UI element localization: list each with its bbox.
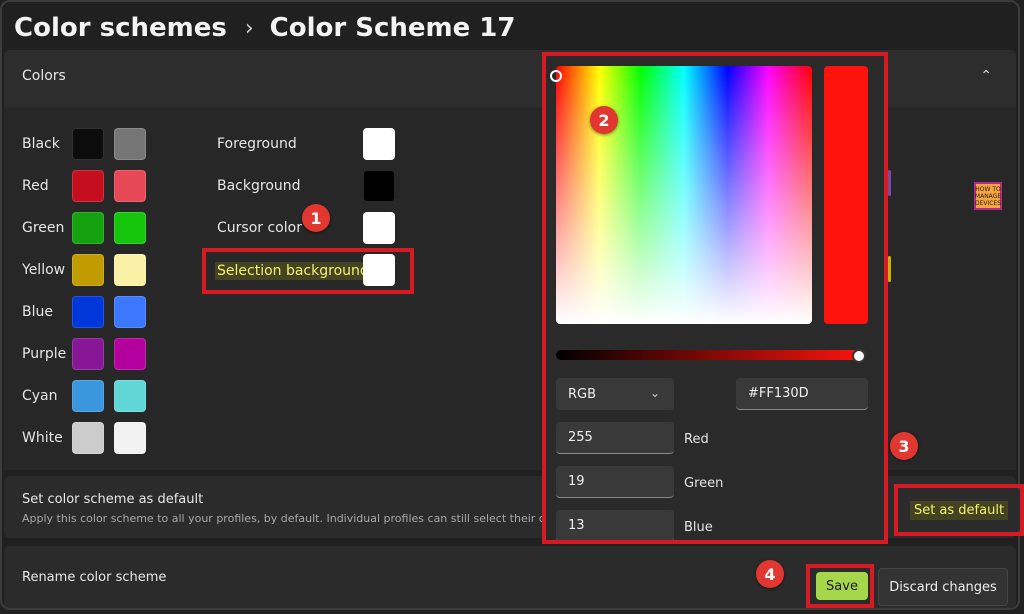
set-as-default-button[interactable]: Set as default — [898, 488, 1020, 532]
palette-label-blue: Blue — [22, 304, 53, 320]
swatch-yellow-dark[interactable] — [72, 254, 104, 286]
color-mode-value: RGB — [568, 386, 597, 402]
swatch-cyan-dark[interactable] — [72, 380, 104, 412]
chevron-up-icon[interactable]: ⌃ — [980, 68, 992, 84]
watermark-logo: HOW TO MANAGE DEVICES — [974, 182, 1002, 210]
swatch-black-bright[interactable] — [114, 128, 146, 160]
annotation-marker-2: 2 — [590, 106, 618, 134]
default-description: Apply this color scheme to all your prof… — [22, 512, 545, 525]
swatch-foreground[interactable] — [363, 128, 395, 160]
swatch-selection-background[interactable] — [363, 254, 395, 286]
swatch-purple-dark[interactable] — [72, 338, 104, 370]
colors-title: Colors — [22, 68, 66, 84]
palette-label-black: Black — [22, 136, 60, 152]
set-as-default-label: Set as default — [909, 500, 1009, 520]
spectrum-selector-handle[interactable] — [550, 70, 562, 82]
swatch-blue-dark[interactable] — [72, 296, 104, 328]
swatch-black-dark[interactable] — [72, 128, 104, 160]
color-preview — [824, 66, 868, 324]
breadcrumb: Color schemes › Color Scheme 17 — [14, 8, 515, 48]
breadcrumb-current: Color Scheme 17 — [269, 13, 516, 43]
palette-label-cyan: Cyan — [22, 388, 58, 404]
breadcrumb-parent[interactable]: Color schemes — [14, 13, 227, 43]
brightness-slider-thumb[interactable] — [852, 349, 866, 363]
swatch-white-dark[interactable] — [72, 422, 104, 454]
brightness-slider[interactable] — [556, 350, 866, 360]
discard-changes-button[interactable]: Discard changes — [878, 568, 1008, 606]
save-button[interactable]: Save — [816, 572, 868, 600]
swatch-green-dark[interactable] — [72, 212, 104, 244]
swatch-red-bright[interactable] — [114, 170, 146, 202]
swatch-purple-bright[interactable] — [114, 338, 146, 370]
palette-label-white: White — [22, 430, 63, 446]
hex-input[interactable]: #FF130D — [736, 378, 868, 410]
swatch-background[interactable] — [363, 170, 395, 202]
label-cursor-color: Cursor color — [217, 220, 302, 236]
palette-label-yellow: Yellow — [22, 262, 66, 278]
annotation-marker-3: 3 — [890, 432, 918, 460]
palette-label-red: Red — [22, 178, 49, 194]
palette-label-green: Green — [22, 220, 65, 236]
channel-input-green[interactable]: 19 — [556, 466, 674, 498]
swatch-blue-bright[interactable] — [114, 296, 146, 328]
swatch-green-bright[interactable] — [114, 212, 146, 244]
swatch-cursor-color[interactable] — [363, 212, 395, 244]
channel-label-blue: Blue — [684, 520, 713, 535]
chevron-down-icon: ⌄ — [649, 386, 660, 400]
side-mark — [888, 256, 891, 282]
annotation-marker-1: 1 — [302, 204, 330, 232]
breadcrumb-separator-icon: › — [244, 15, 254, 41]
swatch-red-dark[interactable] — [72, 170, 104, 202]
channel-input-red[interactable]: 255 — [556, 422, 674, 454]
rename-title: Rename color scheme — [22, 570, 167, 585]
side-mark — [888, 170, 891, 196]
label-selection-background: Selection background — [215, 262, 371, 280]
default-title: Set color scheme as default — [22, 492, 204, 507]
channel-label-red: Red — [684, 432, 709, 447]
swatch-white-bright[interactable] — [114, 422, 146, 454]
label-foreground: Foreground — [217, 136, 297, 152]
color-spectrum[interactable] — [556, 66, 812, 324]
palette-label-purple: Purple — [22, 346, 67, 362]
channel-label-green: Green — [684, 476, 724, 491]
swatch-cyan-bright[interactable] — [114, 380, 146, 412]
annotation-marker-4: 4 — [756, 560, 784, 588]
swatch-yellow-bright[interactable] — [114, 254, 146, 286]
channel-input-blue[interactable]: 13 — [556, 510, 674, 542]
color-mode-select[interactable]: RGB ⌄ — [556, 378, 674, 410]
label-background: Background — [217, 178, 301, 194]
